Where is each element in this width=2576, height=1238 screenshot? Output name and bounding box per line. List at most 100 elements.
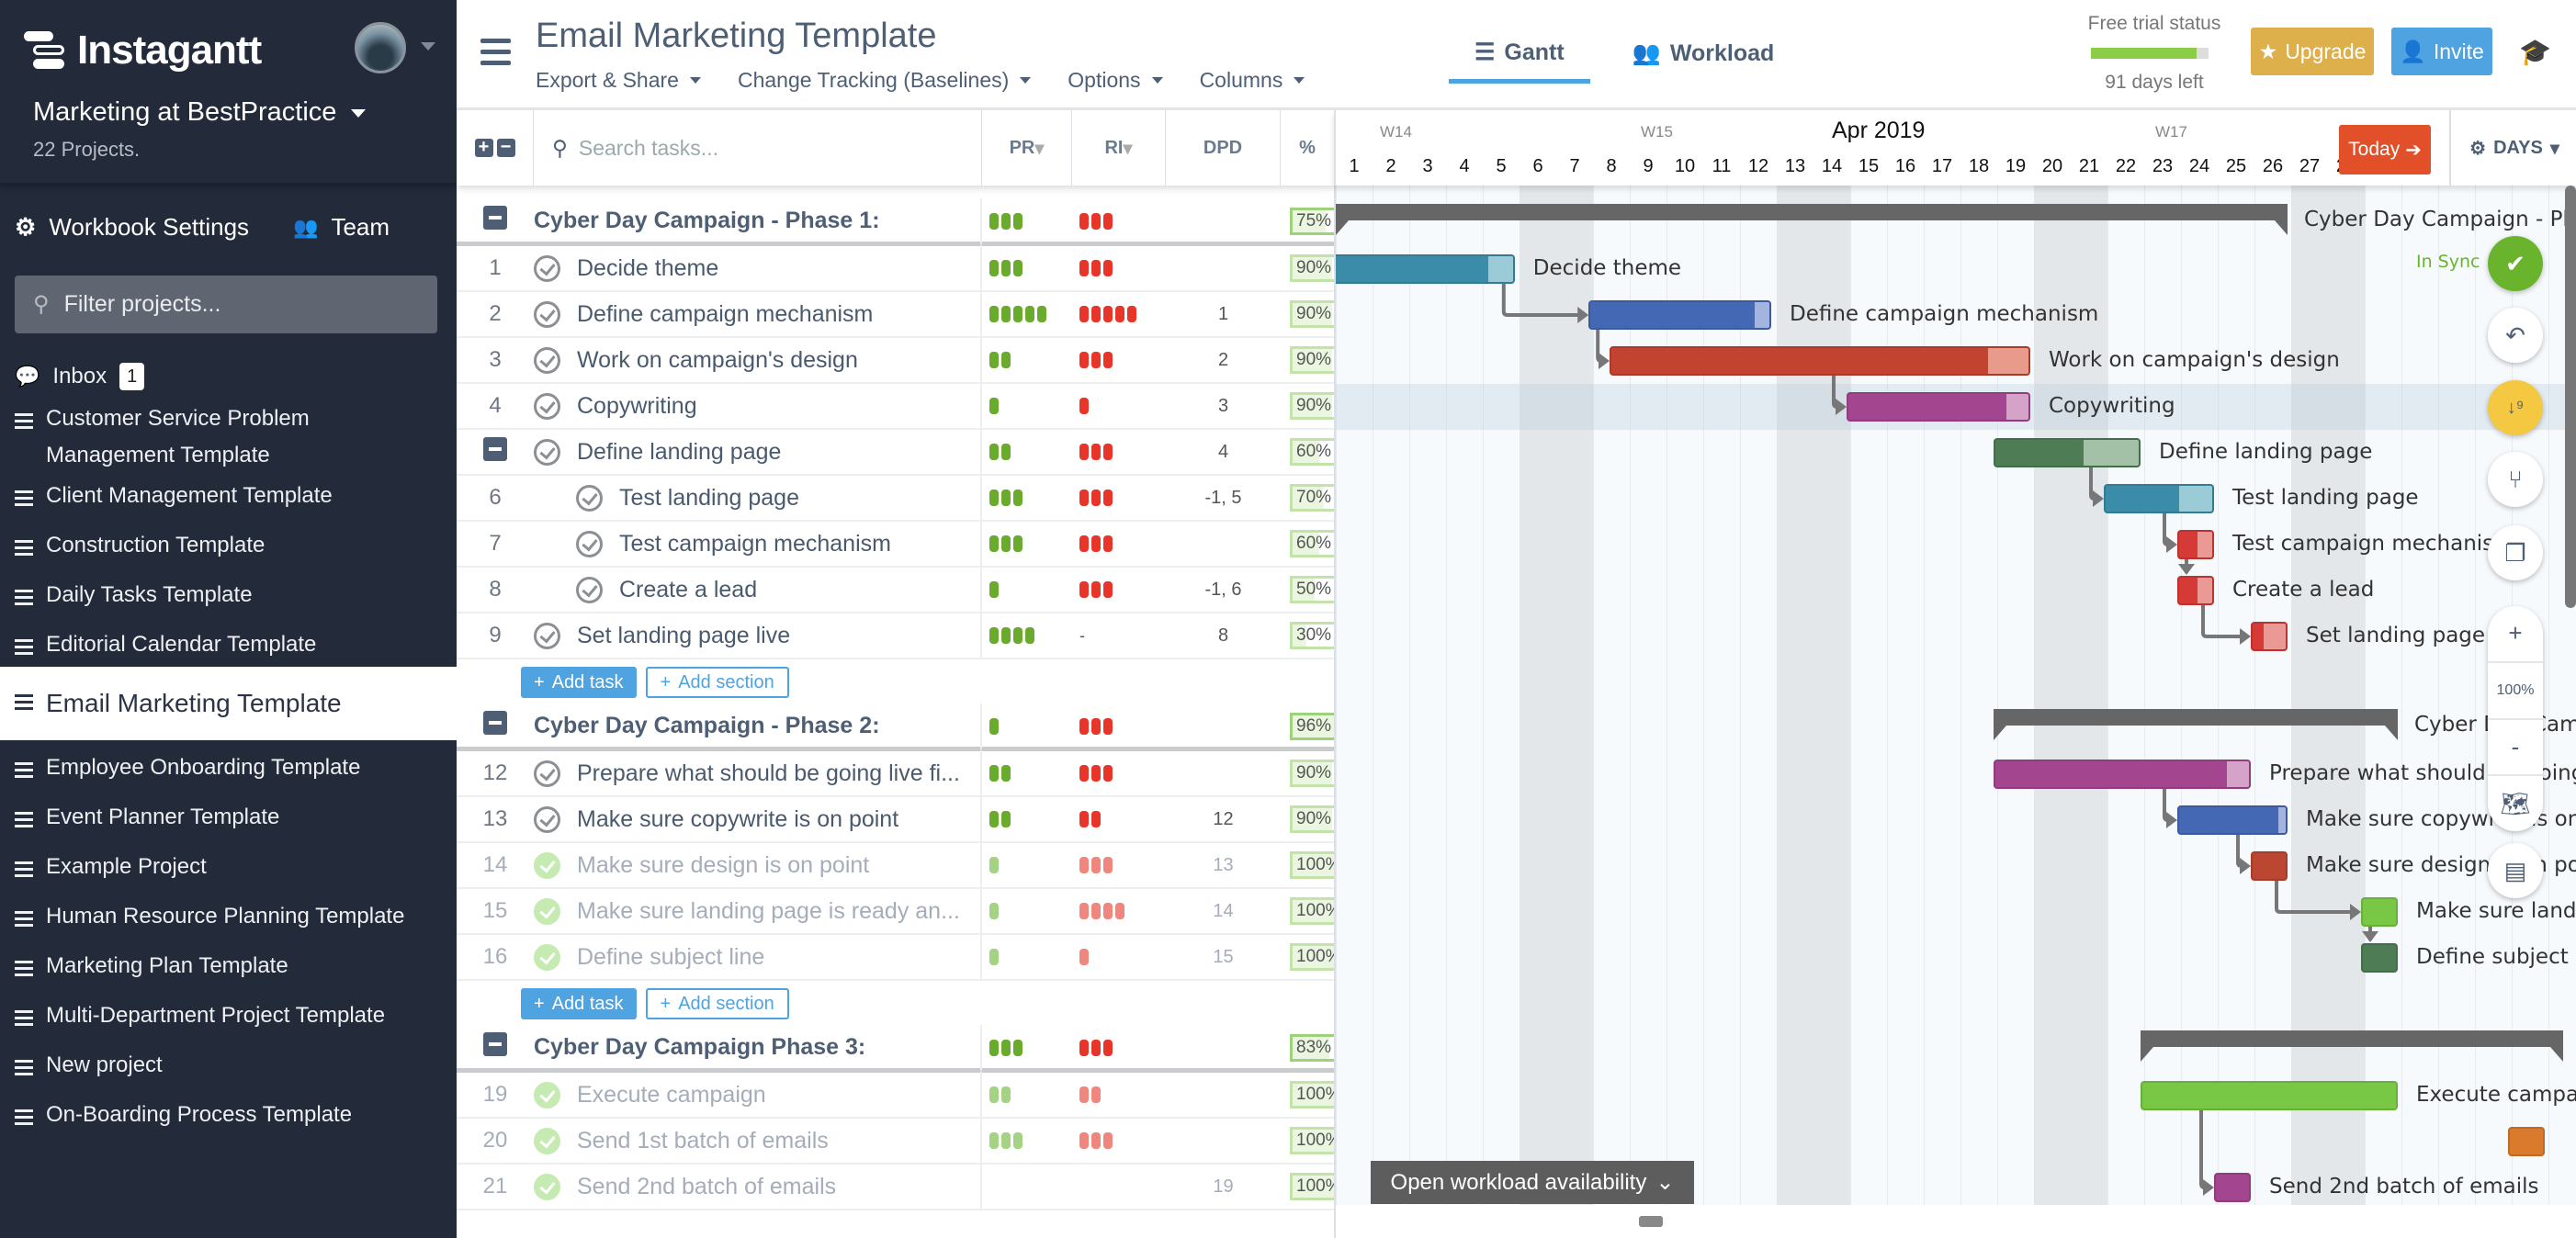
sort-button[interactable]: ↓⁹ [2488, 380, 2543, 435]
dependency-line[interactable] [2275, 881, 2352, 914]
complete-checkbox[interactable] [534, 760, 560, 787]
collapse-icon[interactable] [483, 711, 507, 735]
change-tracking-menu[interactable]: Change Tracking (Baselines) [738, 68, 1031, 93]
task-name-cell[interactable]: Make sure copywrite is on point [534, 796, 982, 842]
sidebar-item-project[interactable]: Editorial Calendar Template [0, 617, 457, 672]
complete-checkbox[interactable] [534, 897, 560, 925]
complete-checkbox[interactable] [576, 576, 603, 603]
undo-button[interactable]: ↶ [2488, 308, 2543, 363]
task-name-cell[interactable]: Cyber Day Campaign Phase 3: [534, 1024, 982, 1071]
app-logo[interactable]: Instagantt [24, 28, 262, 73]
task-name-cell[interactable]: Set landing page live [534, 613, 982, 658]
sync-check-button[interactable]: ✔ [2488, 236, 2543, 291]
table-row[interactable]: 15 Make sure landing page is ready an... 1… [457, 888, 1334, 935]
filter-projects-input[interactable]: ⚲ Filter projects... [15, 276, 437, 333]
complete-checkbox[interactable] [534, 1173, 560, 1200]
horizontal-scrollbar[interactable] [1336, 1205, 2576, 1238]
task-name-cell[interactable]: Decide theme [534, 245, 982, 291]
sidebar-item-project[interactable]: Client Management Template [0, 468, 457, 523]
collapse-icon[interactable] [483, 1032, 507, 1056]
section-row[interactable]: Cyber Day Campaign Phase 3: 83% [457, 1024, 1334, 1073]
table-row[interactable]: 12 Prepare what should be going live fi..… [457, 750, 1334, 797]
table-row[interactable]: Define landing page 4 60% [457, 429, 1334, 476]
task-name-cell[interactable]: Create a lead [534, 567, 982, 613]
complete-checkbox[interactable] [534, 805, 560, 833]
task-name-cell[interactable]: Send 2nd batch of emails [534, 1164, 982, 1210]
columns-menu[interactable]: Columns [1200, 68, 1305, 93]
sidebar-item-project[interactable]: Multi-Department Project Template [0, 988, 457, 1043]
task-name-cell[interactable]: Work on campaign's design [534, 337, 982, 383]
add-task-button[interactable]: + Add task [521, 988, 637, 1019]
complete-checkbox[interactable] [576, 530, 603, 557]
zoom-in-button[interactable]: + [2488, 606, 2543, 663]
avatar[interactable] [355, 22, 406, 73]
dependency-line[interactable] [2199, 1110, 2206, 1189]
task-name-cell[interactable]: Cyber Day Campaign - Phase 2: [534, 703, 982, 749]
dependency-line[interactable] [1501, 284, 1580, 317]
column-dpd[interactable]: DPD [1166, 110, 1281, 186]
duplicate-button[interactable]: ❐ [2488, 525, 2543, 580]
table-row[interactable]: 19 Execute campaign 100% [457, 1072, 1334, 1119]
complete-checkbox[interactable] [534, 254, 560, 282]
task-name-cell[interactable]: Cyber Day Campaign - Phase 1: [534, 197, 982, 244]
sidebar-item-project[interactable]: Marketing Plan Template [0, 939, 457, 994]
column-ri[interactable]: RI ▾ [1072, 110, 1166, 186]
zoom-out-button[interactable]: - [2488, 720, 2543, 777]
table-row[interactable]: 2 Define campaign mechanism 1 90% [457, 291, 1334, 338]
task-name-cell[interactable]: Test campaign mechanism [534, 521, 982, 567]
add-task-button[interactable]: + Add task [521, 667, 637, 698]
options-menu[interactable]: Options [1068, 68, 1162, 93]
sidebar-item-project[interactable]: Employee Onboarding Template [0, 740, 457, 795]
section-row[interactable]: Cyber Day Campaign - Phase 1: 75% [457, 197, 1334, 246]
collapse-icon[interactable] [483, 206, 507, 230]
complete-checkbox[interactable] [534, 943, 560, 971]
table-row[interactable]: 20 Send 1st batch of emails 100% [457, 1118, 1334, 1165]
sidebar-item-project[interactable]: Email Marketing Template [0, 667, 457, 740]
table-row[interactable]: 7 Test campaign mechanism 60% [457, 521, 1334, 568]
workbook-selector[interactable]: Marketing at BestPractice [33, 97, 367, 128]
table-row[interactable]: 1 Decide theme 90% [457, 245, 1334, 292]
vertical-scrollbar[interactable] [2565, 186, 2576, 608]
export-share-menu[interactable]: Export & Share [536, 68, 701, 93]
open-workload-button[interactable]: Open workload availability ⌄ [1371, 1161, 1694, 1204]
task-name-cell[interactable]: Make sure design is on point [534, 842, 982, 888]
account-caret-icon[interactable] [421, 42, 435, 58]
table-row[interactable]: 3 Work on campaign's design 2 90% [457, 337, 1334, 384]
scale-selector[interactable]: ⚙ DAYS ▾ [2449, 110, 2576, 186]
details-button[interactable]: ▤ [2488, 843, 2543, 898]
task-name-cell[interactable]: Define landing page [534, 429, 982, 475]
task-name-cell[interactable]: Define campaign mechanism [534, 291, 982, 337]
team-link[interactable]: 👥 Team [293, 213, 390, 242]
sidebar-item-project[interactable]: On-Boarding Process Template [0, 1087, 457, 1142]
complete-checkbox[interactable] [534, 438, 560, 466]
sidebar-item-project[interactable]: Daily Tasks Template [0, 568, 457, 623]
task-name-cell[interactable]: Test landing page [534, 475, 982, 521]
dependency-line[interactable] [2201, 605, 2242, 638]
graduation-cap-icon[interactable]: 🎓 [2519, 37, 2551, 67]
sidebar-item-inbox[interactable]: 💬 Inbox 1 [0, 358, 457, 395]
table-row[interactable]: 4 Copywriting 3 90% [457, 383, 1334, 430]
sidebar-item-project[interactable]: Event Planner Template [0, 790, 457, 845]
collapse-all-icon[interactable]: − [496, 138, 515, 157]
hamburger-menu-icon[interactable] [480, 39, 511, 72]
collapse-icon[interactable] [483, 436, 507, 461]
dependencies-button[interactable]: ⑂ [2488, 452, 2543, 507]
complete-checkbox[interactable] [576, 484, 603, 512]
invite-button[interactable]: 👤 Invite [2391, 28, 2492, 75]
section-row[interactable]: Cyber Day Campaign - Phase 2: 96% [457, 703, 1334, 751]
table-row[interactable]: 21 Send 2nd batch of emails 19 100% [457, 1164, 1334, 1210]
task-name-cell[interactable]: Define subject line [534, 934, 982, 980]
add-section-button[interactable]: + Add section [645, 667, 789, 698]
complete-checkbox[interactable] [534, 300, 560, 328]
sidebar-item-project[interactable]: New project [0, 1038, 457, 1093]
sidebar-item-project[interactable]: Example Project [0, 839, 457, 895]
complete-checkbox[interactable] [534, 1127, 560, 1154]
column-pr[interactable]: PR ▾ [982, 110, 1072, 186]
workbook-settings-link[interactable]: ⚙ Workbook Settings [15, 213, 249, 242]
task-name-cell[interactable]: Execute campaign [534, 1072, 982, 1118]
task-name-cell[interactable]: Make sure landing page is ready an... [534, 888, 982, 934]
expand-all-icon[interactable]: + [474, 138, 493, 157]
table-row[interactable]: 6 Test landing page -1, 5 70% [457, 475, 1334, 522]
upgrade-button[interactable]: ★ Upgrade [2251, 28, 2374, 75]
column-percent[interactable]: % [1281, 110, 1334, 186]
